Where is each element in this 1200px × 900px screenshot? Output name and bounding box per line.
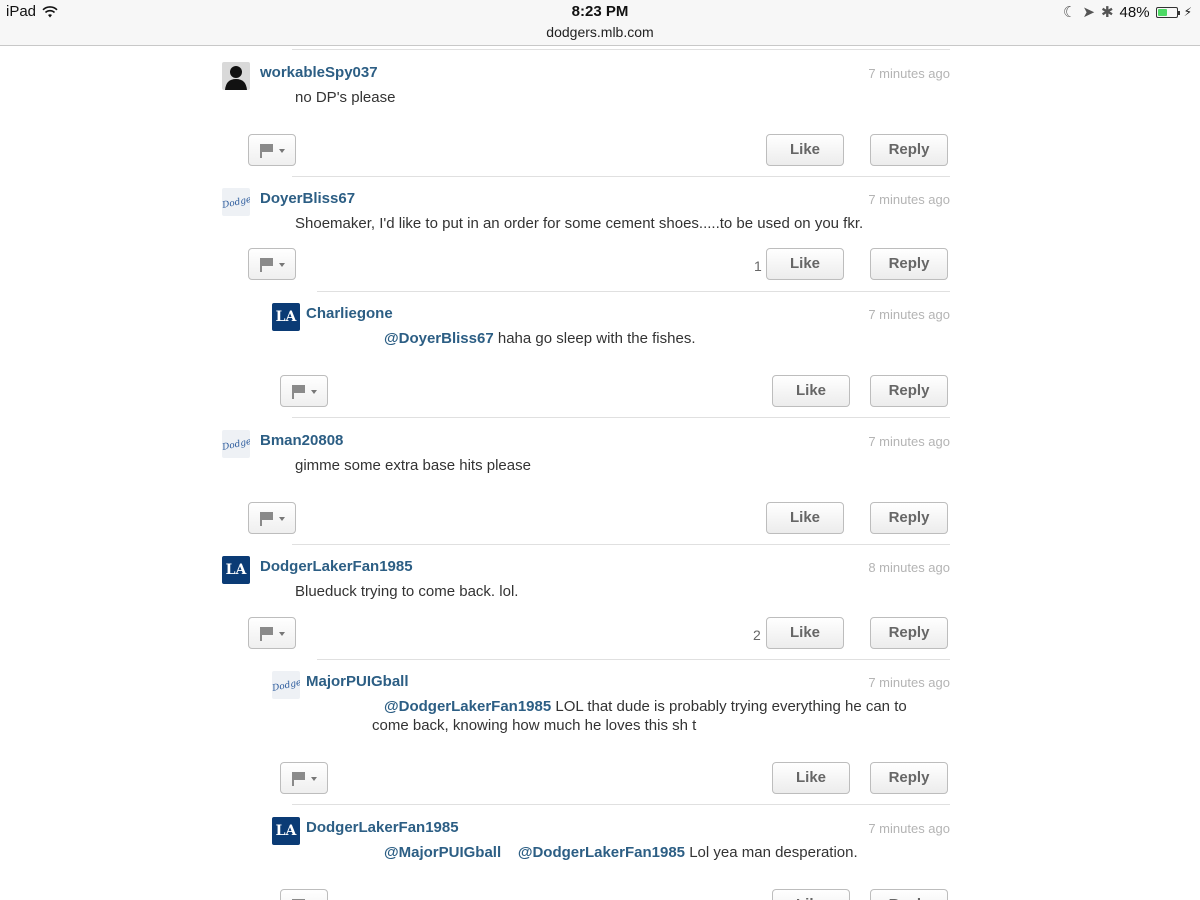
clock: 8:23 PM [571, 3, 629, 20]
bluetooth-icon: ✱ [1100, 4, 1114, 21]
flag-icon [260, 627, 273, 641]
comment-username[interactable]: DodgerLakerFan1985 [260, 558, 413, 575]
like-count: 1 [754, 258, 762, 274]
flag-button[interactable] [248, 617, 296, 649]
comment-username[interactable]: workableSpy037 [260, 64, 378, 81]
comment-timestamp: 7 minutes ago [868, 66, 950, 81]
divider [292, 176, 950, 177]
like-button[interactable]: Like [772, 762, 850, 794]
comment-username[interactable]: DoyerBliss67 [260, 190, 355, 207]
comment-text: @MajorPUIGball @DodgerLakerFan1985 Lol y… [384, 844, 858, 861]
dodgers-script-logo-icon[interactable]: Dodgers [272, 671, 300, 699]
comment-username[interactable]: Charliegone [306, 305, 393, 322]
charging-icon: ⚡ [1183, 5, 1192, 19]
reply-button[interactable]: Reply [870, 134, 948, 166]
reply-comment: Dodgers MajorPUIGball 7 minutes ago @Dod… [272, 671, 950, 801]
comment-text: gimme some extra base hits please [295, 457, 531, 474]
reply-button[interactable]: Reply [870, 502, 948, 534]
battery-icon [1155, 6, 1180, 18]
caret-down-icon [311, 390, 317, 394]
la-logo-icon[interactable]: LA [272, 817, 300, 845]
la-logo-icon[interactable]: LA [272, 303, 300, 331]
mention-link[interactable]: @DodgerLakerFan1985 [384, 698, 551, 715]
la-logo-icon[interactable]: LA [222, 556, 250, 584]
comment-username[interactable]: MajorPUIGball [306, 673, 409, 690]
flag-button[interactable] [280, 762, 328, 794]
flag-icon [292, 385, 305, 399]
like-button[interactable]: Like [766, 134, 844, 166]
comment-username[interactable]: Bman20808 [260, 432, 343, 449]
reply-comment: LA Charliegone 7 minutes ago @DoyerBliss… [272, 303, 950, 415]
comment-text: no DP's please [295, 89, 396, 106]
mention-link[interactable]: @DodgerLakerFan1985 [518, 844, 685, 861]
caret-down-icon [279, 263, 285, 267]
flag-icon [260, 144, 273, 158]
comment-feed[interactable]: workableSpy037 7 minutes ago no DP's ple… [0, 46, 1200, 900]
comment-username[interactable]: DodgerLakerFan1985 [306, 819, 459, 836]
flag-button[interactable] [280, 889, 328, 900]
flag-button[interactable] [248, 134, 296, 166]
comment-timestamp: 7 minutes ago [868, 192, 950, 207]
flag-button[interactable] [280, 375, 328, 407]
reply-button[interactable]: Reply [870, 375, 948, 407]
dodgers-script-logo-icon[interactable]: Dodgers [222, 188, 250, 216]
caret-down-icon [279, 517, 285, 521]
comment-timestamp: 7 minutes ago [868, 434, 950, 449]
mention-link[interactable]: @DoyerBliss67 [384, 330, 494, 347]
comment: LA DodgerLakerFan1985 8 minutes ago Blue… [222, 556, 950, 666]
comment-text: @DoyerBliss67 haha go sleep with the fis… [384, 330, 696, 347]
comment-text: Blueduck trying to come back. lol. [295, 583, 519, 600]
comment: workableSpy037 7 minutes ago no DP's ple… [222, 62, 950, 184]
flag-icon [260, 258, 273, 272]
mention-link[interactable]: @MajorPUIGball [384, 844, 501, 861]
flag-icon [292, 772, 305, 786]
reply-button[interactable]: Reply [870, 617, 948, 649]
url-bar[interactable]: dodgers.mlb.com [0, 24, 1200, 40]
comment-timestamp: 7 minutes ago [868, 307, 950, 322]
battery-percent: 48% [1119, 3, 1150, 21]
like-button[interactable]: Like [766, 617, 844, 649]
caret-down-icon [311, 777, 317, 781]
divider [317, 659, 950, 660]
flag-icon [260, 512, 273, 526]
divider [292, 49, 950, 50]
location-icon: ➤ [1082, 4, 1095, 21]
caret-down-icon [279, 632, 285, 636]
comment: Dodgers Bman20808 7 minutes ago gimme so… [222, 430, 950, 550]
like-button[interactable]: Like [766, 502, 844, 534]
like-button[interactable]: Like [772, 889, 850, 900]
reply-button[interactable]: Reply [870, 248, 948, 280]
status-bar: iPad 8:23 PM dodgers.mlb.com ☾ ➤ ✱ 48% ⚡ [0, 0, 1200, 46]
comment-timestamp: 8 minutes ago [868, 560, 950, 575]
divider [292, 544, 950, 545]
silhouette-icon[interactable] [222, 62, 250, 90]
reply-comment: LA DodgerLakerFan1985 7 minutes ago @Maj… [272, 817, 950, 900]
like-button[interactable]: Like [772, 375, 850, 407]
like-button[interactable]: Like [766, 248, 844, 280]
dodgers-script-logo-icon[interactable]: Dodgers [222, 430, 250, 458]
comment-text: @DodgerLakerFan1985 LOL that dude is pro… [372, 698, 907, 734]
flag-button[interactable] [248, 248, 296, 280]
divider [317, 291, 950, 292]
moon-icon: ☾ [1062, 4, 1077, 21]
comment-timestamp: 7 minutes ago [868, 821, 950, 836]
caret-down-icon [279, 149, 285, 153]
comment: Dodgers DoyerBliss67 7 minutes ago Shoem… [222, 188, 950, 298]
comment-text: Shoemaker, I'd like to put in an order f… [295, 215, 864, 232]
flag-button[interactable] [248, 502, 296, 534]
comment-timestamp: 7 minutes ago [868, 675, 950, 690]
divider [292, 804, 950, 805]
reply-button[interactable]: Reply [870, 762, 948, 794]
like-count: 2 [753, 627, 761, 643]
divider [292, 417, 950, 418]
reply-button[interactable]: Reply [870, 889, 948, 900]
